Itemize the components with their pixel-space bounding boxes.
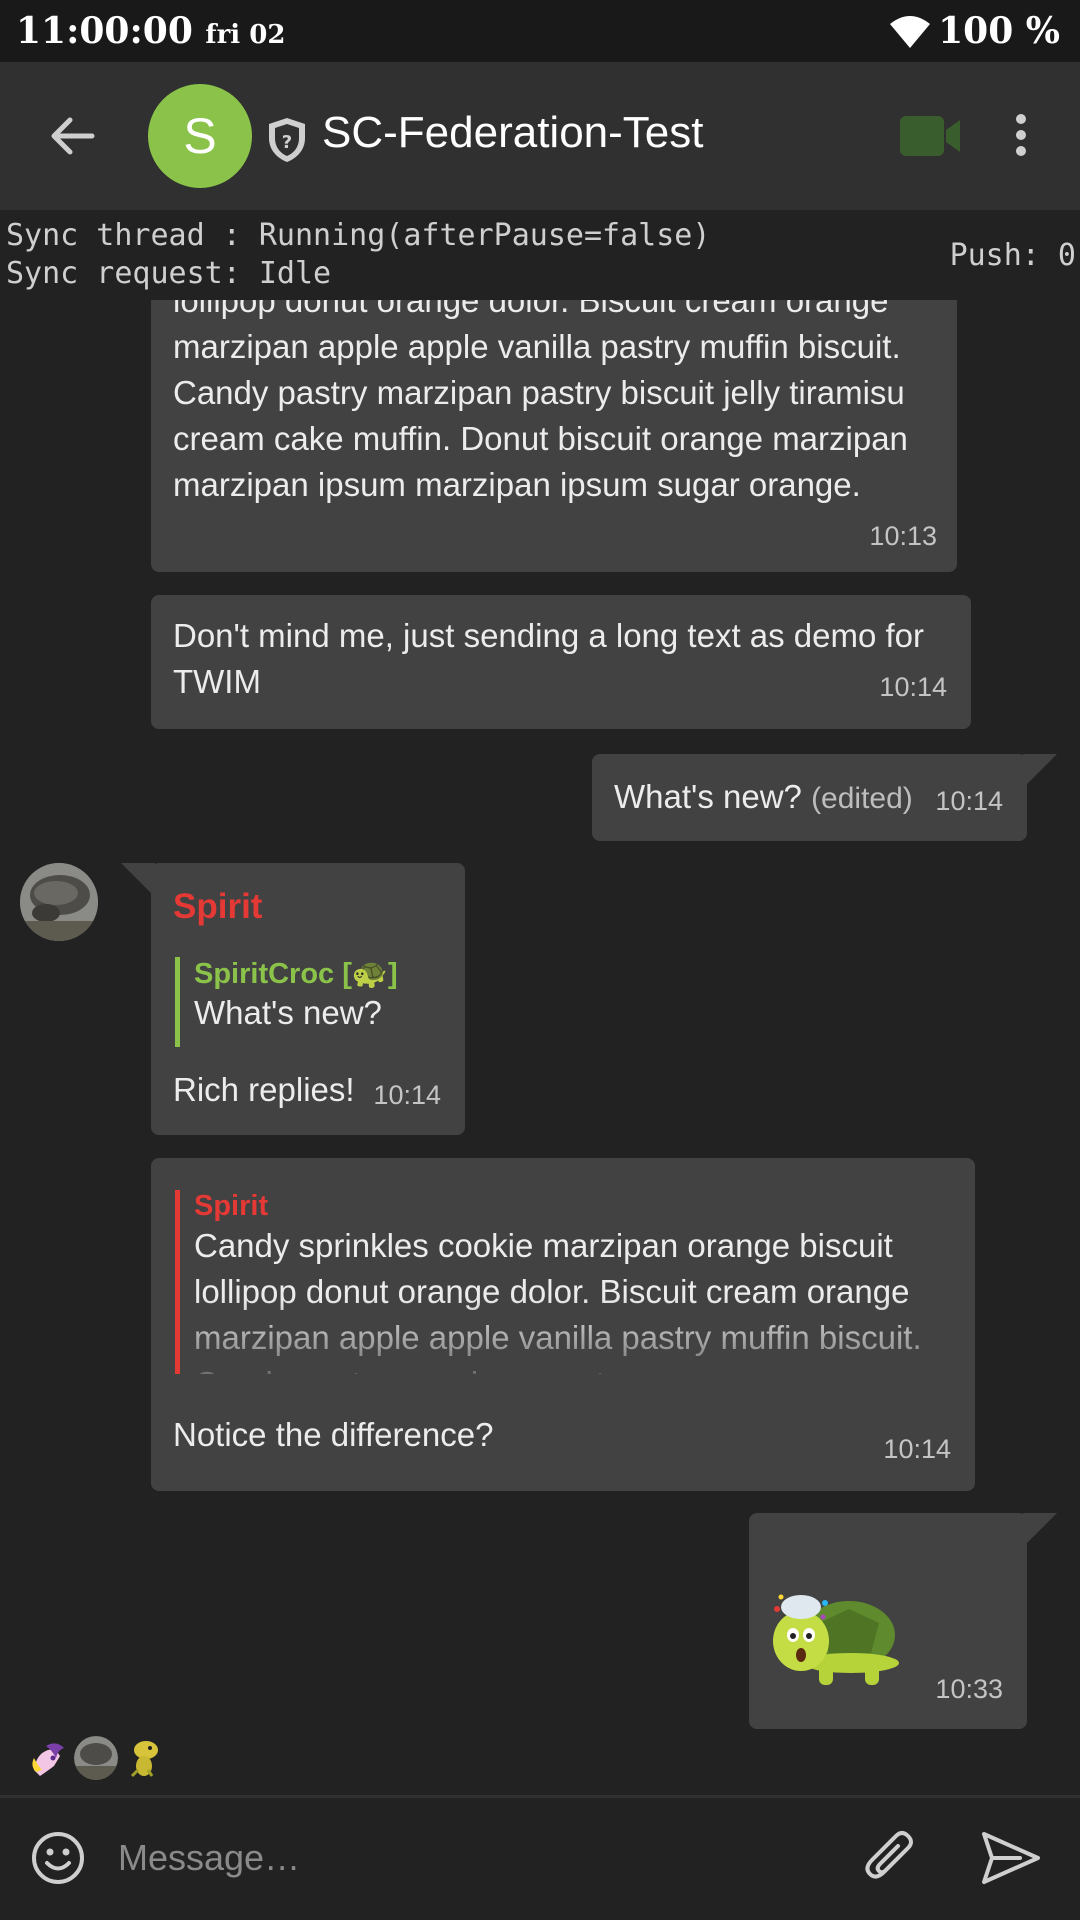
status-bar: 11:00:00 fri 02 100 % — [0, 0, 1080, 62]
reply-quote[interactable]: SpiritCroc [🐢] What's new? — [175, 957, 398, 1047]
message-input[interactable] — [118, 1822, 818, 1894]
message-bubble[interactable]: Don't mind me, just sending a long text … — [151, 595, 971, 729]
avatar[interactable] — [20, 863, 98, 941]
message-time: 10:14 — [935, 786, 1003, 816]
room-avatar[interactable]: S — [148, 84, 252, 188]
reply-text: Candy sprinkles cookie marzipan orange b… — [194, 1227, 922, 1374]
turtle-photo-avatar — [20, 863, 98, 941]
status-day: fri 02 — [205, 20, 286, 50]
shield-unknown-icon[interactable]: ? — [266, 116, 308, 164]
more-vert-icon[interactable] — [1006, 108, 1036, 164]
message-text: Rich replies! — [173, 1071, 355, 1108]
room-name[interactable]: SC-Federation-Test — [322, 108, 703, 158]
room-header: S ? SC-Federation-Test — [0, 62, 1080, 210]
message-bubble[interactable]: Spirit SpiritCroc [🐢] What's new? Rich r… — [121, 863, 465, 1135]
turtle-sticker[interactable] — [767, 1583, 907, 1693]
bubble-tail — [1023, 754, 1057, 788]
sync-thread-status: Sync thread : Running(afterPause=false) — [6, 218, 711, 253]
reply-sender-name: Spirit — [194, 1190, 269, 1222]
own-message-bubble[interactable]: What's new? (edited) 10:14 — [592, 754, 1057, 841]
bubble-tail — [1023, 1513, 1057, 1547]
edited-marker: (edited) — [811, 782, 913, 815]
message-bubble[interactable]: Spirit Candy sprinkles cookie marzipan o… — [151, 1158, 975, 1491]
message-time: 10:13 — [869, 521, 937, 551]
status-time: 11:00:00 fri 02 — [16, 10, 286, 52]
sync-request-status: Sync request: Idle — [6, 256, 332, 291]
message-bubble[interactable]: lollipop donut orange dolor. Biscuit cre… — [151, 300, 957, 572]
message-time: 10:14 — [373, 1080, 441, 1110]
send-icon[interactable] — [980, 1828, 1042, 1888]
video-call-icon[interactable] — [898, 114, 962, 158]
own-sticker-bubble[interactable]: 10:33 — [749, 1513, 1057, 1729]
svg-text:?: ? — [282, 132, 292, 153]
pony-avatar — [32, 1743, 64, 1776]
arrow-back-icon[interactable] — [44, 108, 100, 164]
message-composer — [0, 1795, 1080, 1920]
bubble-tail — [121, 863, 155, 897]
turtle-photo-avatar — [74, 1736, 118, 1780]
message-time: 10:14 — [879, 672, 947, 702]
message-text: lollipop donut orange dolor. Biscuit cre… — [173, 300, 908, 503]
message-text: What's new? (edited) — [614, 778, 913, 815]
paperclip-icon[interactable] — [862, 1828, 920, 1890]
wifi-icon — [890, 16, 930, 48]
croc-avatar — [130, 1741, 158, 1778]
message-timeline[interactable]: lollipop donut orange dolor. Biscuit cre… — [0, 300, 1080, 1795]
battery-level: 100 % — [938, 10, 1060, 52]
sync-debug-panel: Sync thread : Running(afterPause=false) … — [0, 210, 1080, 300]
emoji-icon[interactable] — [30, 1830, 86, 1886]
message-text: Don't mind me, just sending a long text … — [173, 617, 925, 700]
reply-text: What's new? — [194, 994, 382, 1031]
reply-quote[interactable]: Spirit Candy sprinkles cookie marzipan o… — [175, 1190, 945, 1374]
message-time: 10:14 — [883, 1434, 951, 1464]
push-counter: Push: 0 — [949, 238, 1076, 273]
message-time: 10:33 — [935, 1674, 1003, 1704]
sender-name[interactable]: Spirit — [173, 887, 262, 927]
reply-sender-name: SpiritCroc [🐢] — [194, 958, 398, 990]
message-text: Notice the difference? — [173, 1416, 494, 1453]
